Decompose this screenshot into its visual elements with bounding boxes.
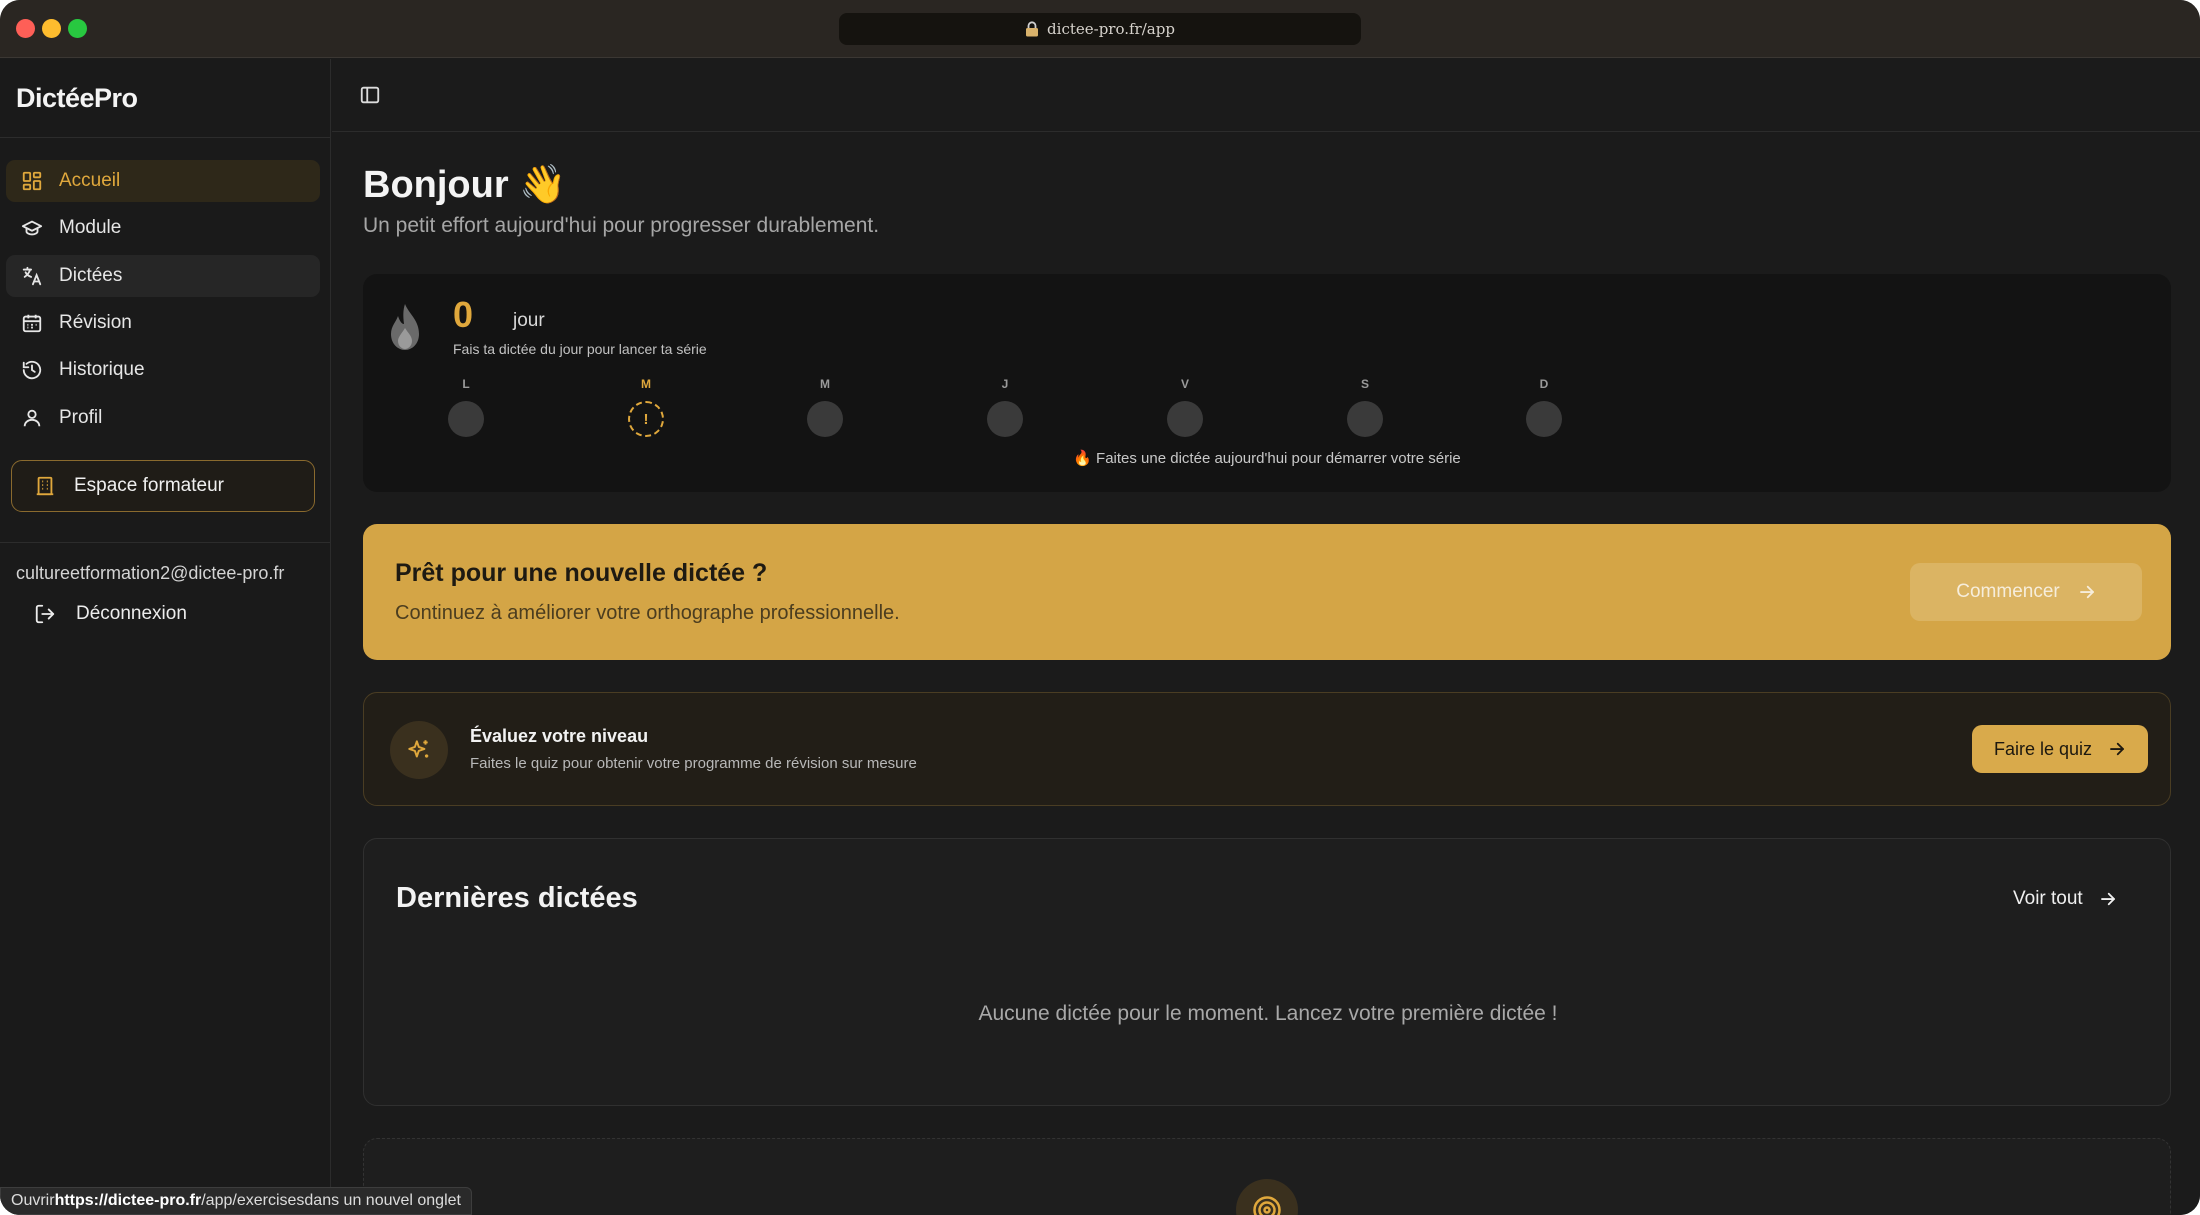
day-letter: D (1539, 377, 1549, 391)
day-dot (1347, 401, 1383, 437)
formateur-space-button[interactable]: Espace formateur (11, 460, 315, 512)
close-window-button[interactable] (16, 19, 35, 38)
take-quiz-label: Faire le quiz (1993, 738, 2093, 759)
sidebar-item-dictees[interactable]: Dictées (6, 255, 320, 297)
title-bar: dictee-pro.fr/app (0, 0, 2200, 58)
sparkles-icon (408, 740, 429, 758)
empty-state-message: Aucune dictée pour le moment. Lancez vot… (978, 1002, 1558, 1025)
day-indicator: D (1514, 377, 1574, 437)
link-preview-status: Ouvrir https://dictee-pro.fr/app/exercis… (0, 1187, 472, 1215)
day-letter: M (820, 377, 830, 391)
start-button[interactable]: Commencer (1910, 563, 2142, 621)
quiz-title: Évaluez votre niveau (470, 726, 649, 746)
quiz-icon-badge (390, 721, 448, 779)
day-dot (987, 401, 1023, 437)
sidebar: DictéePro Accueil Module Dictées Révisio… (0, 59, 331, 1215)
day-letter: J (1001, 377, 1009, 391)
cta-subtitle: Continuez à améliorer votre orthographe … (395, 602, 900, 624)
sidebar-item-label: Historique (59, 359, 145, 380)
streak-footer: 🔥 Faites une dictée aujourd'hui pour dém… (1073, 450, 1461, 467)
formateur-label: Espace formateur (74, 475, 224, 496)
page-subtitle: Un petit effort aujourd'hui pour progres… (363, 214, 880, 237)
flame-icon (391, 304, 419, 350)
status-suffix: dans un nouvel onglet (304, 1192, 461, 1209)
day-letter: M (641, 377, 651, 391)
day-indicator: L (436, 377, 496, 437)
day-dot (1167, 401, 1203, 437)
day-dot (448, 401, 484, 437)
logout-label: Déconnexion (76, 603, 187, 624)
logout-icon (35, 604, 55, 624)
sidebar-item-profil[interactable]: Profil (6, 397, 320, 439)
sidebar-item-historique[interactable]: Historique (6, 349, 320, 391)
page-title: Bonjour 👋 (363, 164, 567, 206)
objectives-card (363, 1138, 2171, 1215)
sidebar-divider (0, 137, 331, 138)
sidebar-divider (0, 542, 331, 543)
user-icon (23, 409, 41, 427)
arrow-right-icon (2100, 892, 2115, 906)
status-link-domain: https://dictee-pro.fr (54, 1192, 202, 1209)
recent-dictations-card: Dernières dictées Voir tout Aucune dicté… (363, 838, 2171, 1106)
brand-logo[interactable]: DictéePro (16, 83, 138, 114)
minimize-window-button[interactable] (42, 19, 61, 38)
user-email: cultureetformation2@dictee-pro.fr (16, 563, 285, 583)
calendar-icon (22, 314, 42, 333)
day-indicator: S (1335, 377, 1395, 437)
streak-card: 0 jour Fais ta dictée du jour pour lance… (363, 274, 2171, 492)
sidebar-item-label: Module (59, 217, 122, 238)
sidebar-item-revision[interactable]: Révision (6, 302, 320, 344)
streak-hint: Fais ta dictée du jour pour lancer ta sé… (453, 341, 707, 357)
new-dictation-card: Prêt pour une nouvelle dictée ? Continue… (363, 524, 2171, 660)
logout-button[interactable]: Déconnexion (34, 603, 187, 625)
top-bar (332, 59, 2200, 132)
translate-icon (22, 266, 42, 286)
streak-unit: jour (513, 310, 545, 331)
level-quiz-card: Évaluez votre niveau Faites le quiz pour… (363, 692, 2171, 806)
lock-icon (1026, 21, 1039, 37)
day-letter: V (1180, 377, 1189, 391)
target-icon-badge (1236, 1179, 1298, 1215)
quiz-subtitle: Faites le quiz pour obtenir votre progra… (470, 755, 917, 772)
dashboard-icon (22, 171, 42, 191)
day-letter: S (1360, 377, 1369, 391)
day-dot-today: ! (628, 401, 664, 437)
day-indicator-today: M ! (616, 377, 676, 437)
main-content: Bonjour 👋 Un petit effort aujourd'hui po… (332, 59, 2200, 1215)
sidebar-item-label: Révision (59, 312, 132, 333)
maximize-window-button[interactable] (68, 19, 87, 38)
sidebar-item-label: Profil (59, 407, 103, 428)
day-indicator: J (975, 377, 1035, 437)
sidebar-item-accueil[interactable]: Accueil (6, 160, 320, 202)
browser-window: dictee-pro.fr/app DictéePro Accueil Modu… (0, 0, 2200, 1215)
building-icon (36, 476, 54, 496)
day-indicator: V (1155, 377, 1215, 437)
sidebar-item-label: Accueil (59, 170, 121, 191)
take-quiz-button[interactable]: Faire le quiz (1972, 725, 2148, 773)
see-all-label: Voir tout (2013, 888, 2083, 909)
url-text: dictee-pro.fr/app (1047, 20, 1175, 38)
address-bar[interactable]: dictee-pro.fr/app (839, 13, 1361, 45)
target-icon (1253, 1196, 1281, 1215)
day-letter: L (462, 377, 470, 391)
sidebar-toggle-icon[interactable] (359, 84, 381, 106)
day-indicator: M (795, 377, 855, 437)
arrow-right-icon (2079, 585, 2094, 599)
sidebar-item-module[interactable]: Module (6, 207, 320, 249)
arrow-right-icon (2110, 742, 2124, 756)
cta-title: Prêt pour une nouvelle dictée ? (395, 559, 768, 587)
history-icon (22, 360, 42, 380)
day-dot (1526, 401, 1562, 437)
graduation-cap-icon (21, 220, 43, 236)
recent-dictations-title: Dernières dictées (396, 882, 638, 914)
status-link-path: /app/exercises (201, 1192, 305, 1209)
sidebar-item-label: Dictées (59, 265, 123, 286)
status-prefix: Ouvrir (11, 1192, 55, 1209)
day-dot (807, 401, 843, 437)
streak-count: 0 (453, 294, 474, 335)
see-all-link[interactable]: Voir tout (2013, 888, 2117, 910)
start-button-label: Commencer (1956, 581, 2060, 602)
